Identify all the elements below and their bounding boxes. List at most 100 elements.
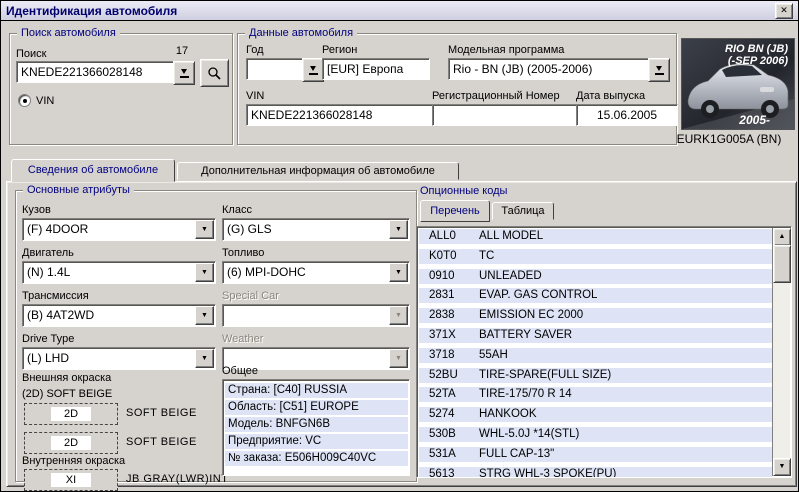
dropdown-arrow-icon <box>180 68 189 78</box>
chevron-down-icon[interactable]: ▼ <box>389 263 408 282</box>
scroll-down-icon[interactable]: ▼ <box>773 458 791 476</box>
vin-input[interactable]: KNEDE221366028148 <box>246 104 438 126</box>
scrollbar-thumb[interactable] <box>773 245 791 283</box>
model-program-dropdown-button[interactable] <box>648 58 670 82</box>
option-code-row[interactable]: ALL0 ALL MODEL <box>419 229 772 244</box>
option-code: 2831 <box>419 288 479 303</box>
option-description: HANKOOK <box>479 407 772 422</box>
option-code: 531A <box>419 447 479 462</box>
chevron-down-icon[interactable]: ▼ <box>195 263 214 282</box>
option-codes-list[interactable]: ALL0 ALL MODEL K0T0 TC 0910 UNLEADED 283… <box>416 226 792 478</box>
option-code: ALL0 <box>419 229 479 244</box>
option-code: 5274 <box>419 407 479 422</box>
transmission-label: Трансмиссия <box>22 290 89 302</box>
general-info-line: Предприятие: VC <box>225 434 408 449</box>
option-code-row[interactable]: 530B WHL-5.0J *14(STL) <box>419 427 772 442</box>
chevron-down-icon[interactable]: ▼ <box>195 349 214 368</box>
tab-option-table[interactable]: Таблица <box>492 202 554 220</box>
option-description: ALL MODEL <box>479 229 772 244</box>
exterior-paint-code: (2D) SOFT BEIGE <box>22 388 112 400</box>
exterior-swatch-name: SOFT BEIGE <box>126 436 197 448</box>
registration-number-input[interactable] <box>432 104 582 126</box>
dialog-title: Идентификация автомобиля <box>6 4 177 18</box>
chevron-down-icon[interactable]: ▼ <box>389 220 408 239</box>
region-field[interactable]: [EUR] Европа <box>322 58 430 80</box>
option-code-row[interactable]: 371X BATTERY SAVER <box>419 328 772 343</box>
option-description: 55AH <box>479 348 772 363</box>
option-description: FULL CAP-13" <box>479 447 772 462</box>
attributes-group-title: Основные атрибуты <box>23 184 134 196</box>
fuel-select[interactable]: (6) MPI-DOHC▼ <box>222 261 410 284</box>
body-select[interactable]: (F) 4DOOR▼ <box>22 218 216 241</box>
tab-additional-info[interactable]: Дополнительная информация об автомобиле <box>177 162 459 180</box>
option-code: 2838 <box>419 308 479 323</box>
search-button[interactable] <box>200 59 229 87</box>
search-dropdown-button[interactable] <box>173 61 195 85</box>
general-info-line: Страна: [C40] RUSSIA <box>225 383 408 398</box>
chevron-down-icon[interactable]: ▼ <box>195 220 214 239</box>
drive-type-label: Drive Type <box>22 333 74 345</box>
search-label: Поиск <box>16 48 46 60</box>
option-code-row[interactable]: 2831 EVAP. GAS CONTROL <box>419 288 772 303</box>
tab-option-list[interactable]: Перечень <box>420 200 490 222</box>
general-group-title: Общее <box>222 365 258 377</box>
exterior-swatch-button[interactable]: 2D <box>24 403 118 425</box>
close-icon[interactable]: ✕ <box>775 3 793 19</box>
weather-label: Weather <box>222 333 263 345</box>
option-codes-title: Опционные коды <box>420 185 507 197</box>
scroll-up-icon[interactable]: ▲ <box>773 228 791 246</box>
option-code-row[interactable]: 5274 HANKOOK <box>419 407 772 422</box>
vin-radio-label: VIN <box>36 95 54 107</box>
model-program-field[interactable]: Rio - BN (JB) (2005-2006) <box>448 58 654 80</box>
chevron-down-icon: ▼ <box>389 349 408 368</box>
interior-swatch-button[interactable]: XI <box>24 469 118 491</box>
search-icon <box>207 66 222 81</box>
year-input[interactable] <box>246 58 308 80</box>
transmission-select[interactable]: (B) 4AT2WD▼ <box>22 304 216 327</box>
option-code-row[interactable]: 531A FULL CAP-13" <box>419 447 772 462</box>
title-bar: Идентификация автомобиля ✕ <box>1 1 798 21</box>
option-description: BATTERY SAVER <box>479 328 772 343</box>
vehicle-info-tab-page: Основные атрибуты Кузов (F) 4DOOR▼ Двига… <box>6 181 797 487</box>
catalog-code-caption: EURK1G005A (BN) <box>661 132 797 146</box>
list-scrollbar[interactable]: ▲ ▼ <box>772 228 790 476</box>
vehicle-data-group: Данные автомобиля Год Регион [EUR] Европ… <box>237 33 677 145</box>
option-description: EMISSION EC 2000 <box>479 308 772 323</box>
search-input[interactable]: KNEDE221366028148 <box>16 61 181 83</box>
drive-type-select[interactable]: (L) LHD▼ <box>22 347 216 370</box>
special-car-select: ▼ <box>222 304 410 327</box>
main-attributes-group: Основные атрибуты Кузов (F) 4DOOR▼ Двига… <box>15 190 417 482</box>
option-code-row[interactable]: 52BU TIRE-SPARE(FULL SIZE) <box>419 368 772 383</box>
production-date-field[interactable]: 15.06.2005 <box>576 104 678 126</box>
engine-select[interactable]: (N) 1.4L▼ <box>22 261 216 284</box>
exterior-swatch-name: SOFT BEIGE <box>126 407 197 419</box>
car-image: RIO BN (JB) (-SEP 2006) 2005- <box>682 39 794 129</box>
option-description: EVAP. GAS CONTROL <box>479 288 772 303</box>
option-code: 52BU <box>419 368 479 383</box>
option-description: TC <box>479 249 772 264</box>
option-code-row[interactable]: K0T0 TC <box>419 249 772 264</box>
class-select[interactable]: (G) GLS▼ <box>222 218 410 241</box>
year-dropdown-button[interactable] <box>302 58 324 82</box>
option-code-row[interactable]: 3718 55AH <box>419 348 772 363</box>
general-info-line: № заказа: E506H009C40VC <box>225 451 408 466</box>
exterior-swatch-button[interactable]: 2D <box>24 432 118 454</box>
option-code-row[interactable]: 52TA TIRE-175/70 R 14 <box>419 387 772 402</box>
chevron-down-icon[interactable]: ▼ <box>195 306 214 325</box>
vin-radio[interactable] <box>18 94 31 107</box>
option-code-row[interactable]: 2838 EMISSION EC 2000 <box>419 308 772 323</box>
search-group-title: Поиск автомобиля <box>17 27 120 39</box>
option-code: 5613 <box>419 467 479 478</box>
option-code-row[interactable]: 0910 UNLEADED <box>419 269 772 284</box>
tab-vehicle-info[interactable]: Сведения об автомобиле <box>11 159 175 182</box>
badge-line2: (-SEP 2006) <box>728 55 788 67</box>
vin-radio-row: VIN <box>18 94 54 107</box>
result-count: 17 <box>170 45 194 57</box>
vehicle-search-group: Поиск автомобиля Поиск 17 KNEDE221366028… <box>9 33 233 145</box>
general-info-line: Модель: BNFGN6B <box>225 417 408 432</box>
option-description: TIRE-SPARE(FULL SIZE) <box>479 368 772 383</box>
badge-line1: RIO BN (JB) <box>725 43 788 55</box>
option-code-row[interactable]: 5613 STRG WHL-3 SPOKE(PU) <box>419 467 772 478</box>
dropdown-arrow-icon <box>655 65 664 75</box>
engine-label: Двигатель <box>22 247 74 259</box>
